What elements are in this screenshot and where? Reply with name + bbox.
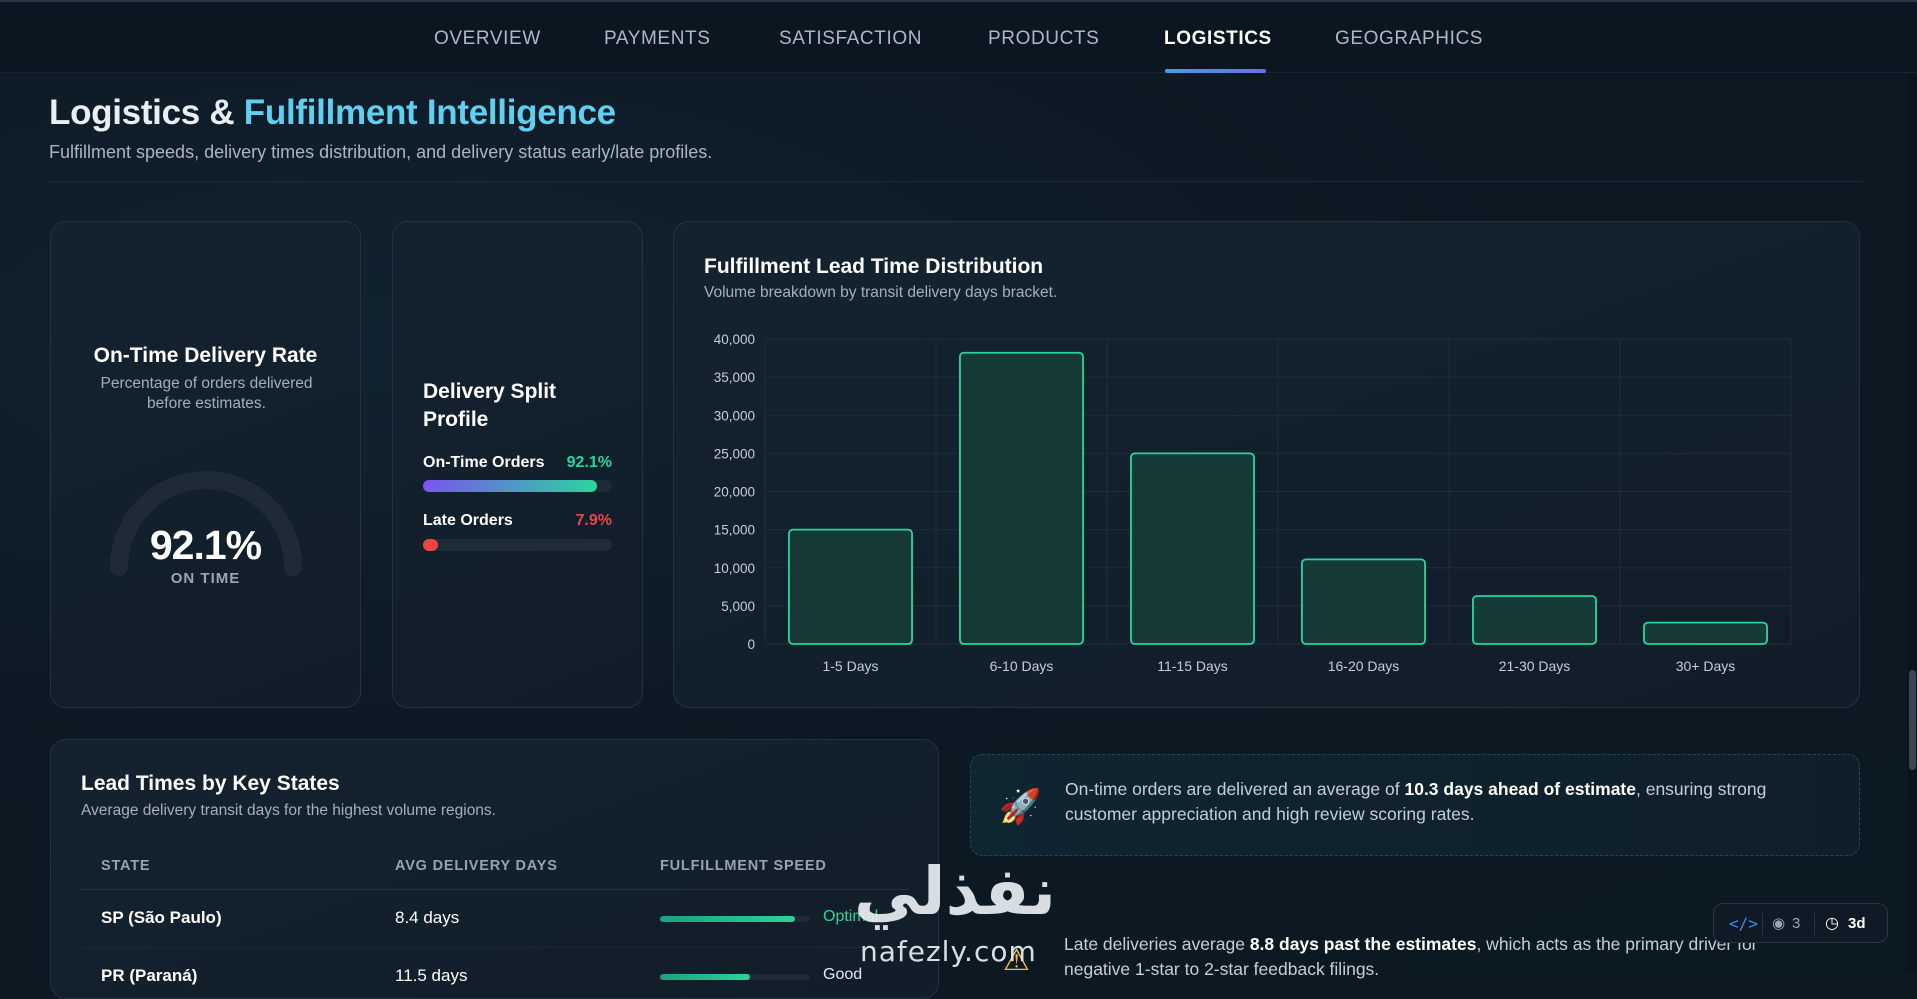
y-tick-label: 5,000	[721, 599, 755, 614]
ontime-orders-bar-fill	[423, 480, 598, 492]
ontime-card-title: On-Time Delivery Rate	[93, 344, 318, 367]
tab-overview[interactable]: OVERVIEW	[434, 28, 541, 50]
header-divider	[49, 181, 1863, 182]
pill-separator	[1814, 913, 1815, 935]
watermark-arabic-text: نفذلي	[854, 853, 1056, 930]
tab-geographics[interactable]: GEOGRAPHICS	[1335, 28, 1483, 50]
table-header-divider	[81, 889, 909, 890]
row-speed-bar	[660, 916, 810, 922]
watermark-logo: نفذلي nafezly.com	[845, 853, 1065, 971]
x-tick-label: 21-30 Days	[1499, 658, 1571, 674]
clock-icon: ◷	[1825, 915, 1839, 932]
y-tick-label: 0	[747, 637, 755, 652]
chart-bar	[959, 351, 1084, 645]
y-tick-label: 25,000	[714, 446, 755, 461]
y-tick-label: 15,000	[714, 523, 755, 538]
ontime-rate-label: ON TIME	[170, 570, 241, 587]
row-avg-days: 8.4 days	[395, 908, 460, 927]
page-title-accent: Fulfillment Intelligence	[243, 93, 616, 132]
page-title: Logistics & Fulfillment Intelligence	[49, 93, 616, 133]
views-count: 3	[1792, 915, 1801, 932]
ontime-rate-value: 92.1%	[149, 522, 262, 568]
chart-bar	[788, 528, 913, 645]
lead-time-bar-chart: 0 5,000 10,000 15,000 20,000 25,000 30,000 35,0…	[714, 332, 1792, 674]
post-age: 3d	[1848, 915, 1866, 932]
late-orders-value: 7.9%	[575, 512, 612, 529]
ontime-orders-value: 92.1%	[566, 454, 612, 471]
late-orders-bar-fill	[423, 539, 438, 551]
row-state: PR (Paraná)	[101, 966, 198, 985]
tab-payments[interactable]: PAYMENTS	[604, 28, 711, 50]
page-subtitle: Fulfillment speeds, delivery times distr…	[49, 142, 713, 162]
ontime-rate-card: On-Time Delivery Rate Percentage of orde…	[50, 221, 361, 708]
tab-logistics[interactable]: LOGISTICS	[1164, 28, 1272, 50]
code-icon[interactable]: </>	[1729, 914, 1758, 933]
y-tick-label: 10,000	[714, 561, 755, 576]
pill-separator	[1762, 913, 1763, 935]
x-tick-label: 11-15 Days	[1157, 658, 1228, 674]
column-header-speed[interactable]: FULFILLMENT SPEED	[660, 858, 827, 874]
ontime-insight-callout: 🚀 On-time orders are delivered an averag…	[970, 754, 1860, 856]
x-tick-label: 6-10 Days	[990, 658, 1054, 674]
row-speed-bar	[660, 974, 810, 980]
row-avg-days: 11.5 days	[395, 966, 468, 985]
split-card-title: Delivery Split Profile	[423, 380, 557, 431]
ontime-orders-label: On-Time Orders	[423, 454, 545, 471]
chart-bar	[1472, 595, 1597, 645]
late-orders-bar	[423, 539, 612, 551]
row-divider	[81, 947, 909, 948]
chart-bar	[1643, 621, 1768, 645]
y-tick-label: 35,000	[714, 370, 755, 385]
row-speed-bar-fill	[660, 916, 795, 922]
column-header-avg-days[interactable]: AVG DELIVERY DAYS	[395, 858, 558, 874]
row-speed-bar-fill	[660, 974, 750, 980]
late-orders-label: Late Orders	[423, 512, 513, 529]
ontime-insight-text: On-time orders are delivered an average …	[1065, 779, 1767, 824]
late-insight-text: Late deliveries average 8.8 days past th…	[1064, 934, 1758, 979]
rocket-icon: 🚀	[999, 788, 1042, 826]
post-status-pill[interactable]: </> ◉ 3 ◷ 3d	[1713, 903, 1888, 943]
chart-bar	[1130, 452, 1255, 645]
tab-satisfaction[interactable]: SATISFACTION	[779, 28, 922, 50]
delivery-split-card: Delivery Split Profile On-Time Orders 92…	[392, 221, 643, 708]
x-tick-label: 1-5 Days	[822, 658, 878, 674]
row-state: SP (São Paulo)	[101, 908, 222, 927]
y-tick-label: 30,000	[714, 408, 755, 423]
states-table-title: Lead Times by Key States	[81, 772, 340, 795]
y-tick-label: 20,000	[714, 485, 755, 500]
eye-icon: ◉	[1772, 915, 1786, 932]
page-title-main: Logistics &	[49, 93, 235, 132]
ontime-card-subtitle: Percentage of orders delivered before es…	[100, 375, 313, 412]
column-header-state[interactable]: STATE	[101, 858, 150, 874]
ontime-orders-bar	[423, 480, 612, 492]
scrollbar[interactable]	[1907, 73, 1917, 971]
tab-products[interactable]: PRODUCTS	[988, 28, 1099, 50]
watermark-latin-text: nafezly.com	[860, 935, 1037, 968]
top-navigation: OVERVIEW PAYMENTS SATISFACTION PRODUCTS …	[0, 0, 1917, 73]
lead-time-chart-card: Fulfillment Lead Time Distribution Volum…	[673, 221, 1860, 708]
chart-bar	[1301, 558, 1426, 645]
states-table-subtitle: Average delivery transit days for the hi…	[81, 802, 496, 819]
x-tick-label: 16-20 Days	[1328, 658, 1400, 674]
x-tick-label: 30+ Days	[1676, 658, 1736, 674]
scrollbar-thumb[interactable]	[1909, 670, 1916, 770]
states-table-card: Lead Times by Key States Average deliver…	[50, 739, 939, 999]
y-tick-label: 40,000	[714, 332, 755, 347]
